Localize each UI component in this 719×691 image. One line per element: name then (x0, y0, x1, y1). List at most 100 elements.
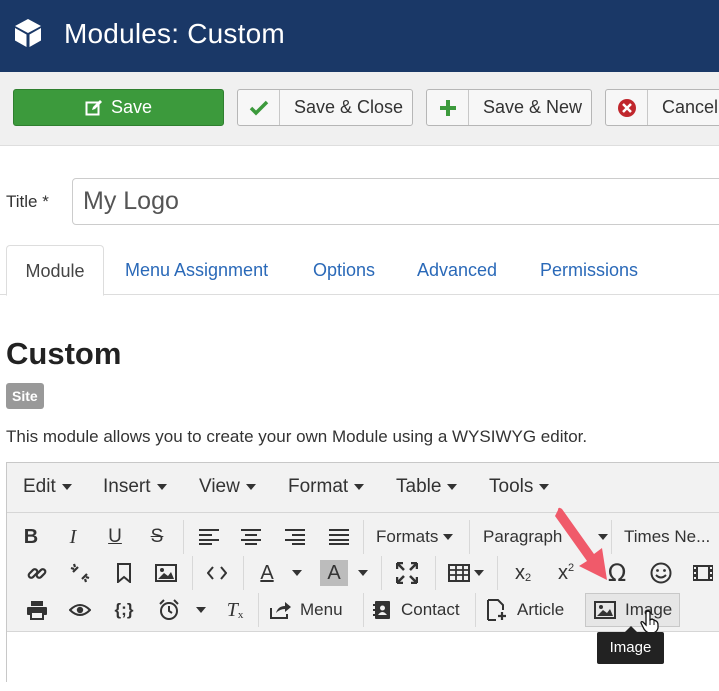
table-icon[interactable] (446, 556, 472, 590)
page-title: Modules: Custom (64, 18, 285, 49)
tab-options[interactable]: Options (313, 245, 375, 295)
toolbar-separator (258, 593, 259, 627)
template-icon[interactable]: {;} (107, 593, 141, 627)
chevron-down-icon (156, 483, 167, 490)
contact-button[interactable]: Contact (373, 593, 460, 627)
source-code-icon[interactable] (203, 556, 231, 590)
toolbar-separator (192, 556, 193, 590)
menu-view[interactable]: View (199, 476, 256, 498)
toolbar-separator (475, 593, 476, 627)
media-icon[interactable] (689, 556, 717, 590)
chevron-down-icon (354, 483, 365, 490)
file-add-icon (487, 599, 506, 621)
chevron-down-icon[interactable] (193, 593, 209, 627)
save-close-button[interactable]: Save & Close (237, 89, 413, 126)
cancel-button[interactable]: Cancel (605, 89, 719, 126)
title-input[interactable]: My Logo (72, 178, 719, 225)
align-left-icon[interactable] (195, 520, 223, 554)
tab-permissions[interactable]: Permissions (540, 245, 638, 295)
bold-icon[interactable]: B (17, 520, 45, 554)
action-toolbar: Save Save & Close Save & New Cancel (0, 72, 719, 146)
save-close-label: Save & Close (294, 97, 404, 117)
fullscreen-icon[interactable] (393, 556, 421, 590)
menu-edit[interactable]: Edit (23, 476, 72, 498)
chevron-down-icon[interactable] (289, 556, 305, 590)
red-arrow-annotation (555, 507, 607, 580)
align-justify-icon[interactable] (325, 520, 353, 554)
image-tooltip: Image (597, 626, 664, 664)
menu-tools-label: Tools (489, 476, 534, 497)
clear-formatting-icon[interactable]: Tx (221, 593, 249, 627)
article-button-label: Article (517, 600, 565, 619)
toolbar-separator (183, 520, 184, 554)
toolbar-separator (243, 556, 244, 590)
menu-edit-label: Edit (23, 476, 56, 497)
address-book-icon (373, 601, 390, 619)
italic-icon[interactable]: I (59, 520, 87, 554)
align-right-icon[interactable] (281, 520, 309, 554)
background-color-icon[interactable]: A (320, 560, 348, 586)
share-arrow-icon (270, 602, 291, 619)
formats-dropdown[interactable]: Formats (376, 520, 454, 554)
cancel-label: Cancel (662, 97, 719, 117)
tab-module[interactable]: Module (6, 245, 104, 296)
toolbar-separator (469, 520, 470, 554)
menu-format[interactable]: Format (288, 476, 365, 498)
menu-button[interactable]: Menu (270, 593, 343, 627)
menu-format-label: Format (288, 476, 349, 497)
paragraph-label: Paragraph (483, 527, 563, 546)
cube-icon (15, 19, 41, 47)
alarm-clock-icon[interactable] (155, 593, 183, 627)
subscript-icon[interactable]: x2 (509, 556, 537, 590)
underline-icon[interactable]: U (101, 520, 129, 554)
plus-icon (427, 90, 469, 125)
insert-image-icon[interactable] (152, 556, 180, 590)
menu-insert[interactable]: Insert (103, 476, 167, 498)
toolbar-separator (381, 556, 382, 590)
chevron-down-icon[interactable] (471, 556, 487, 590)
toolbar-separator (363, 593, 364, 627)
align-center-icon[interactable] (237, 520, 265, 554)
toolbar-separator (363, 520, 364, 554)
chevron-down-icon (245, 483, 256, 490)
save-button[interactable]: Save (13, 89, 224, 126)
article-button[interactable]: Article (487, 593, 564, 627)
menu-insert-label: Insert (103, 476, 151, 497)
menu-tools[interactable]: Tools (489, 476, 550, 498)
print-icon[interactable] (23, 593, 51, 627)
text-color-icon[interactable]: A (253, 556, 281, 590)
tab-advanced[interactable]: Advanced (417, 245, 497, 295)
image-button[interactable]: Image (585, 593, 680, 627)
chevron-down-icon (61, 483, 72, 490)
chevron-down-icon (443, 534, 454, 540)
save-new-button[interactable]: Save & New (426, 89, 592, 126)
menu-table-label: Table (396, 476, 442, 497)
save-new-label: Save & New (483, 97, 583, 117)
menu-view-label: View (199, 476, 240, 497)
check-icon (238, 90, 280, 125)
bookmark-icon[interactable] (110, 556, 138, 590)
menu-button-label: Menu (300, 600, 343, 619)
site-badge: Site (6, 383, 44, 409)
picture-icon (594, 601, 616, 619)
toolbar-separator (435, 556, 436, 590)
preview-eye-icon[interactable] (66, 593, 94, 627)
tab-menu-assignment[interactable]: Menu Assignment (125, 245, 268, 295)
font-family-dropdown[interactable]: Times Ne... (624, 520, 710, 554)
chevron-down-icon[interactable] (355, 556, 371, 590)
header-bar: Modules: Custom (0, 0, 719, 72)
title-label: Title * (6, 192, 49, 211)
strikethrough-icon[interactable]: S (143, 520, 171, 554)
menu-table[interactable]: Table (396, 476, 458, 498)
emoticons-icon[interactable] (647, 556, 675, 590)
title-row: Title * My Logo (0, 178, 719, 226)
module-description: This module allows you to create your ow… (6, 427, 588, 446)
link-icon[interactable] (23, 556, 51, 590)
edit-icon (85, 99, 102, 115)
toolbar-separator (497, 556, 498, 590)
save-label: Save (110, 97, 153, 117)
unlink-icon[interactable] (66, 556, 94, 590)
formats-label: Formats (376, 527, 439, 546)
chevron-down-icon (447, 483, 458, 490)
module-heading: Custom (6, 336, 122, 371)
